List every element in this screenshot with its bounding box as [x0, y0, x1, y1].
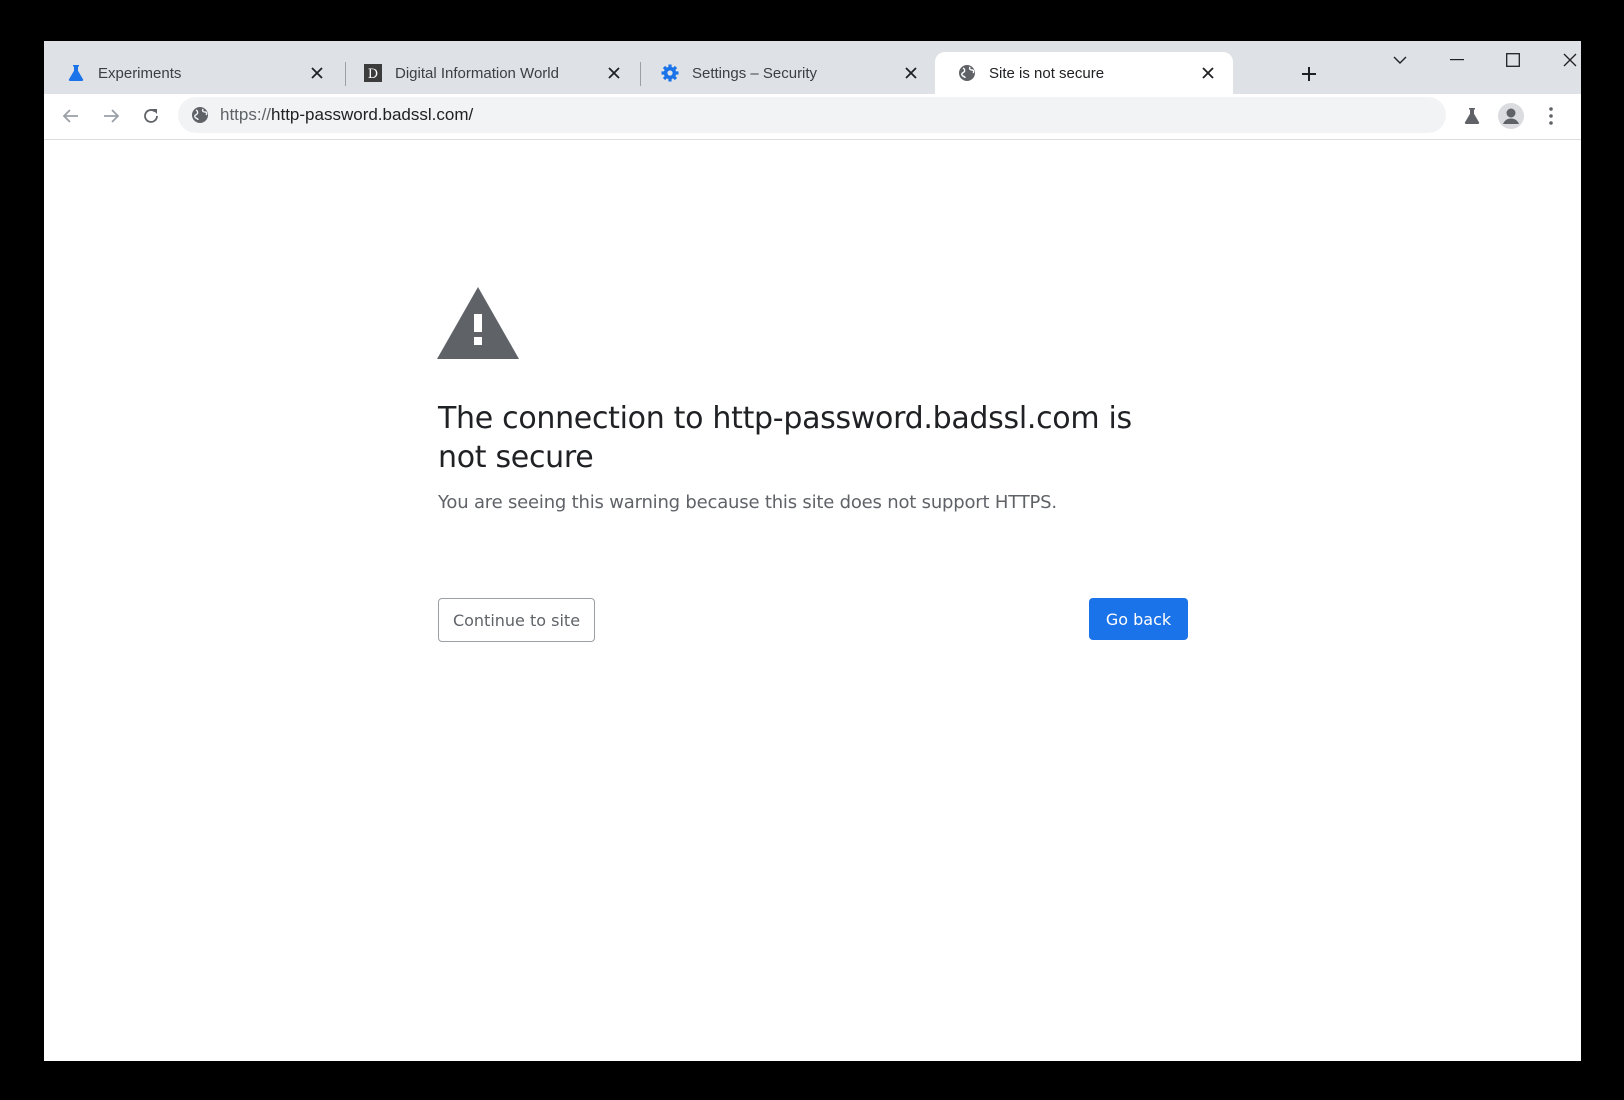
tab-settings-security[interactable]: Settings – Security [638, 52, 936, 94]
menu-button[interactable] [1534, 99, 1568, 133]
arrow-right-icon [104, 109, 120, 123]
reload-icon [144, 109, 158, 123]
warning-icon [437, 287, 519, 359]
maximize-button[interactable] [1485, 41, 1541, 79]
labs-button[interactable] [1455, 99, 1489, 133]
close-icon[interactable] [603, 62, 625, 84]
continue-to-site-button[interactable]: Continue to site [438, 598, 595, 642]
reload-button[interactable] [134, 99, 168, 133]
tab-search-button[interactable] [1372, 41, 1428, 79]
close-icon[interactable] [306, 62, 328, 84]
page-title: The connection to http-password.badssl.c… [438, 401, 1132, 475]
globe-icon [957, 63, 977, 83]
interstitial-page: The connection to http-password.badssl.c… [44, 141, 1581, 1061]
tab-title: Digital Information World [395, 64, 559, 82]
close-window-button[interactable] [1542, 41, 1581, 79]
close-icon [1563, 53, 1577, 67]
close-icon[interactable] [900, 62, 922, 84]
tab-experiments[interactable]: Experiments [44, 52, 342, 94]
toolbar: https://http-password.badssl.com/ [44, 94, 1581, 140]
minimize-icon [1450, 59, 1464, 61]
tab-strip: Experiments D Digital Information World [44, 41, 1581, 94]
tab-digital-information-world[interactable]: D Digital Information World [341, 52, 639, 94]
address-bar[interactable]: https://http-password.badssl.com/ [178, 97, 1446, 133]
forward-button[interactable] [94, 99, 128, 133]
site-d-icon: D [363, 63, 383, 83]
flask-icon [1464, 108, 1480, 124]
tab-title: Experiments [98, 64, 182, 82]
profile-button[interactable] [1494, 99, 1528, 133]
browser-window: Experiments D Digital Information World [44, 41, 1581, 1061]
url-host: http-password.badssl.com/ [271, 105, 474, 124]
minimize-button[interactable] [1429, 41, 1485, 79]
url-text: https://http-password.badssl.com/ [220, 105, 473, 125]
avatar-icon [1498, 103, 1524, 129]
tab-site-not-secure[interactable]: Site is not secure [935, 52, 1233, 94]
globe-icon[interactable] [190, 105, 210, 125]
url-scheme: https:// [220, 105, 272, 124]
new-tab-button[interactable] [1294, 59, 1324, 89]
svg-text:D: D [368, 67, 378, 82]
flask-icon [66, 63, 86, 83]
tab-title: Site is not secure [989, 64, 1105, 82]
tab-title: Settings – Security [692, 64, 818, 82]
go-back-button[interactable]: Go back [1089, 598, 1188, 640]
arrow-left-icon [62, 109, 78, 123]
gear-icon [660, 63, 680, 83]
warning-explanation: You are seeing this warning because this… [438, 492, 1057, 513]
chevron-down-icon [1393, 56, 1407, 64]
maximize-icon [1506, 53, 1520, 67]
back-button[interactable] [54, 99, 88, 133]
close-icon[interactable] [1197, 62, 1219, 84]
kebab-menu-icon [1549, 107, 1553, 125]
